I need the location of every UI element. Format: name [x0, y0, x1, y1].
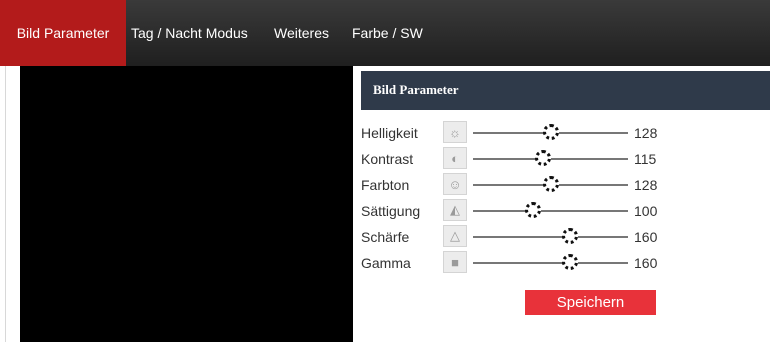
- slider-track[interactable]: [473, 236, 628, 238]
- left-divider: [5, 66, 6, 342]
- top-navigation-bar: Bild Parameter Tag / Nacht Modus Weitere…: [0, 0, 770, 66]
- sharpness-icon: △: [443, 225, 467, 247]
- slider-handle[interactable]: [562, 254, 579, 270]
- setting-value: 100: [634, 203, 658, 219]
- setting-value: 160: [634, 255, 658, 271]
- setting-row-gamma: Gamma ■ 160: [361, 251, 770, 277]
- setting-value: 128: [634, 177, 658, 193]
- slider-handle[interactable]: [542, 176, 559, 192]
- saturation-icon: ◭: [443, 199, 467, 221]
- setting-label: Kontrast: [361, 151, 414, 167]
- tab-tag-nacht-modus[interactable]: Tag / Nacht Modus: [131, 0, 248, 66]
- tab-weiteres[interactable]: Weiteres: [274, 0, 329, 66]
- gamma-icon: ■: [443, 251, 467, 273]
- setting-label: Helligkeit: [361, 125, 418, 141]
- slider-track[interactable]: [473, 210, 628, 212]
- contrast-icon: ◐: [443, 147, 467, 169]
- slider-handle[interactable]: [562, 228, 579, 244]
- setting-label: Gamma: [361, 255, 411, 271]
- setting-row-farbton: Farbton ☺ 128: [361, 173, 770, 199]
- setting-row-helligkeit: Helligkeit ☼ 128: [361, 121, 770, 147]
- setting-row-saettigung: Sättigung ◭ 100: [361, 199, 770, 225]
- tab-farbe-sw[interactable]: Farbe / SW: [352, 0, 423, 66]
- slider-track[interactable]: [473, 262, 628, 264]
- setting-value: 160: [634, 229, 658, 245]
- tab-bild-parameter[interactable]: Bild Parameter: [0, 0, 126, 66]
- setting-row-kontrast: Kontrast ◐ 115: [361, 147, 770, 173]
- setting-value: 128: [634, 125, 658, 141]
- setting-row-schaerfe: Schärfe △ 160: [361, 225, 770, 251]
- save-button[interactable]: Speichern: [525, 290, 656, 315]
- slider-handle[interactable]: [525, 202, 542, 218]
- slider-handle[interactable]: [542, 124, 559, 140]
- setting-value: 115: [634, 151, 657, 167]
- setting-label: Farbton: [361, 177, 410, 193]
- slider-handle[interactable]: [534, 150, 551, 166]
- setting-label: Schärfe: [361, 229, 410, 245]
- video-preview: [20, 66, 353, 342]
- setting-label: Sättigung: [361, 203, 421, 219]
- brightness-icon: ☼: [443, 121, 467, 143]
- hue-icon: ☺: [443, 173, 467, 195]
- panel-title: Bild Parameter: [373, 82, 459, 97]
